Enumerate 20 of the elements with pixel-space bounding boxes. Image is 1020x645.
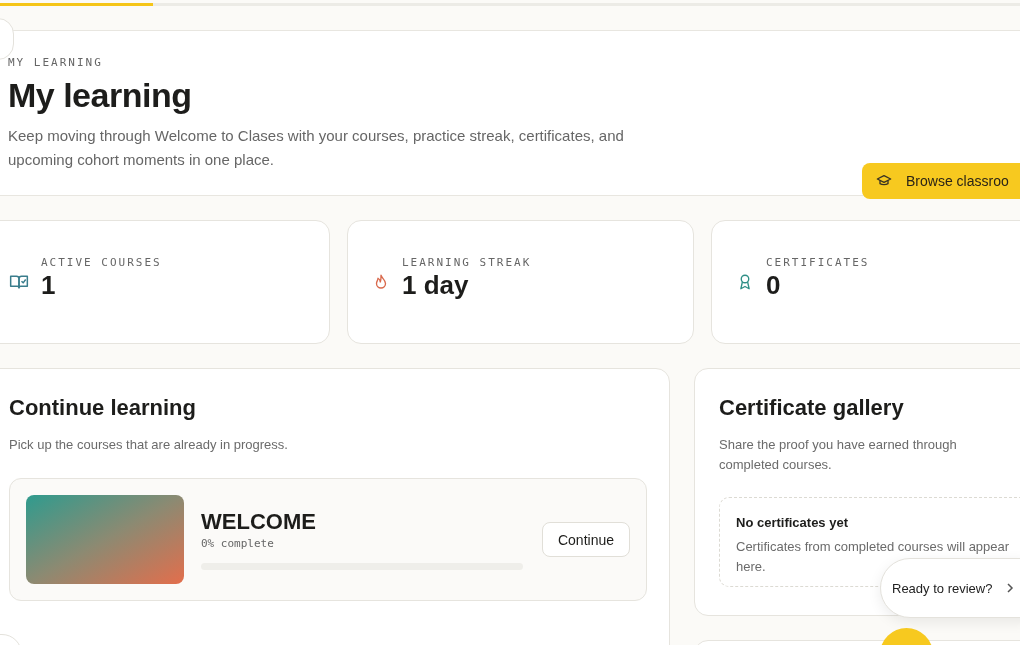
continue-button[interactable]: Continue	[541, 522, 630, 557]
page-description: Keep moving through Welcome to Clases with your courses, practice streak, certificates, and upcoming cohort moments in one place.	[8, 126, 625, 170]
section-title: Continue learning	[9, 395, 197, 421]
stat-label: ACTIVE COURSES	[41, 255, 162, 269]
eyebrow-label: MY LEARNING	[8, 56, 104, 69]
review-prompt-button[interactable]: Ready to review?	[880, 558, 1020, 618]
stat-value: 0	[766, 269, 782, 301]
section-subtitle: Pick up the courses that are already in progress.	[9, 436, 289, 454]
stat-value: 1 day	[402, 269, 470, 301]
section-subtitle: Share the proof you have earned through completed courses.	[719, 436, 958, 474]
stat-label: LEARNING STREAK	[402, 255, 532, 269]
stat-value: 1	[41, 269, 57, 301]
browse-classroom-button[interactable]: Browse classroo	[862, 163, 1020, 199]
section-title: Certificate gallery	[719, 395, 905, 421]
stat-label: CERTIFICATES	[766, 255, 870, 269]
page-title: My learning	[8, 76, 193, 115]
empty-state-title: No certificates yet	[736, 515, 849, 530]
course-title: WELCOME	[201, 509, 317, 535]
progress-text: 0% complete	[201, 537, 275, 550]
chevron-right-icon	[1006, 582, 1015, 594]
